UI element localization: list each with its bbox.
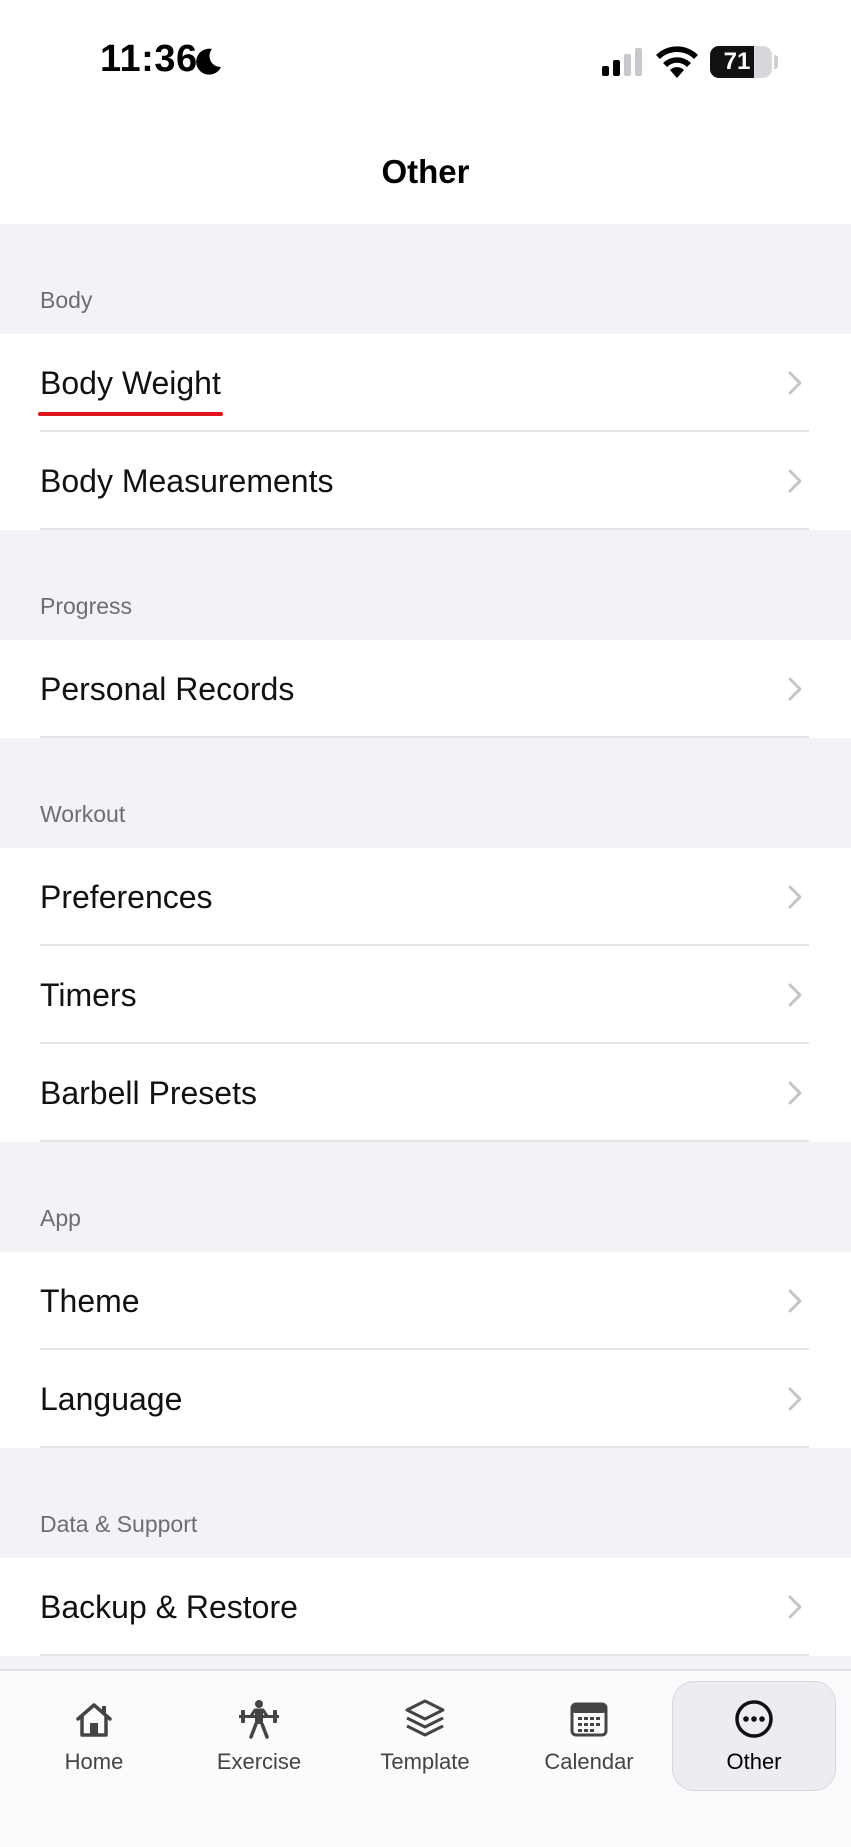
tab-label: Exercise: [216, 1749, 302, 1774]
chevron-right-icon: [788, 983, 802, 1007]
section-header-app: App: [40, 1205, 81, 1231]
template-layers-icon: [405, 1699, 445, 1737]
chevron-right-icon: [788, 1387, 802, 1411]
section-header-progress: Progress: [40, 593, 133, 619]
tab-label: Calendar: [544, 1749, 634, 1774]
section-workout-group: Preferences Timers Barbell Presets: [0, 848, 851, 1142]
chevron-right-icon: [788, 677, 802, 701]
row-barbell-presets[interactable]: Barbell Presets: [0, 1044, 851, 1142]
page-title: Other: [0, 120, 851, 224]
section-progress: Progress Personal Records: [0, 530, 851, 738]
chevron-right-icon: [788, 1289, 802, 1313]
section-progress-group: Personal Records: [0, 640, 851, 738]
cellular-signal-icon: [602, 48, 642, 76]
section-app: App Theme Language: [0, 1142, 851, 1448]
row-personal-records[interactable]: Personal Records: [0, 640, 851, 738]
chevron-right-icon: [788, 885, 802, 909]
chevron-right-icon: [788, 469, 802, 493]
row-label: Personal Records: [40, 670, 295, 707]
row-label: Timers: [40, 976, 137, 1013]
section-data-support: Data & Support Backup & Restore: [0, 1448, 851, 1656]
chevron-right-icon: [788, 1081, 802, 1105]
tab-exercise[interactable]: Exercise: [177, 1681, 341, 1791]
row-label: Language: [40, 1380, 183, 1417]
row-backup-restore[interactable]: Backup & Restore: [0, 1558, 851, 1656]
row-language[interactable]: Language: [0, 1350, 851, 1448]
wifi-icon: [656, 46, 698, 78]
tab-label: Home: [64, 1749, 124, 1774]
more-dots-icon: [735, 1700, 773, 1738]
section-header-data-support: Data & Support: [40, 1511, 198, 1537]
tab-home[interactable]: Home: [12, 1681, 176, 1791]
red-underline-annotation: [38, 411, 223, 416]
row-label: Barbell Presets: [40, 1074, 257, 1111]
section-body-group: Body Weight Body Measurements: [0, 334, 851, 530]
section-body: Body Body Weight Body Measurements: [0, 224, 851, 530]
tab-label: Template: [380, 1749, 470, 1774]
home-icon: [76, 1703, 112, 1737]
row-label: Body Weight: [40, 364, 221, 401]
settings-list: Body Body Weight Body Measurements Progr…: [0, 224, 851, 1656]
section-app-group: Theme Language: [0, 1252, 851, 1448]
row-theme[interactable]: Theme: [0, 1252, 851, 1350]
section-header-body: Body: [40, 287, 93, 313]
row-label: Backup & Restore: [40, 1588, 298, 1625]
row-label: Body Measurements: [40, 462, 334, 499]
chevron-right-icon: [788, 1595, 802, 1619]
row-label: Preferences: [40, 878, 213, 915]
row-body-measurements[interactable]: Body Measurements: [0, 432, 851, 530]
moon-icon: [196, 48, 221, 75]
exercise-icon: [239, 1700, 279, 1739]
tab-bar: Home Exercise Template Calendar Other: [0, 1669, 851, 1847]
section-header-workout: Workout: [40, 801, 126, 827]
row-label: Theme: [40, 1282, 140, 1319]
tab-other[interactable]: Other: [672, 1681, 836, 1791]
row-preferences[interactable]: Preferences: [0, 848, 851, 946]
tab-template[interactable]: Template: [343, 1681, 507, 1791]
section-workout: Workout Preferences Timers Barbell Prese…: [0, 738, 851, 1142]
chevron-right-icon: [788, 371, 802, 395]
battery-cap: [774, 55, 778, 69]
calendar-icon: [570, 1702, 608, 1737]
section-data-support-group: Backup & Restore: [0, 1558, 851, 1656]
tab-label: Other: [726, 1749, 782, 1774]
row-body-weight[interactable]: Body Weight: [0, 334, 851, 432]
status-time: 11:36: [100, 38, 198, 80]
tab-calendar[interactable]: Calendar: [507, 1681, 671, 1791]
row-timers[interactable]: Timers: [0, 946, 851, 1044]
row-label-wrap: Body Weight: [38, 364, 223, 416]
battery-percent: 71: [723, 48, 751, 75]
battery-icon: 71: [710, 46, 772, 78]
status-bar: 11:36 71: [0, 0, 851, 120]
